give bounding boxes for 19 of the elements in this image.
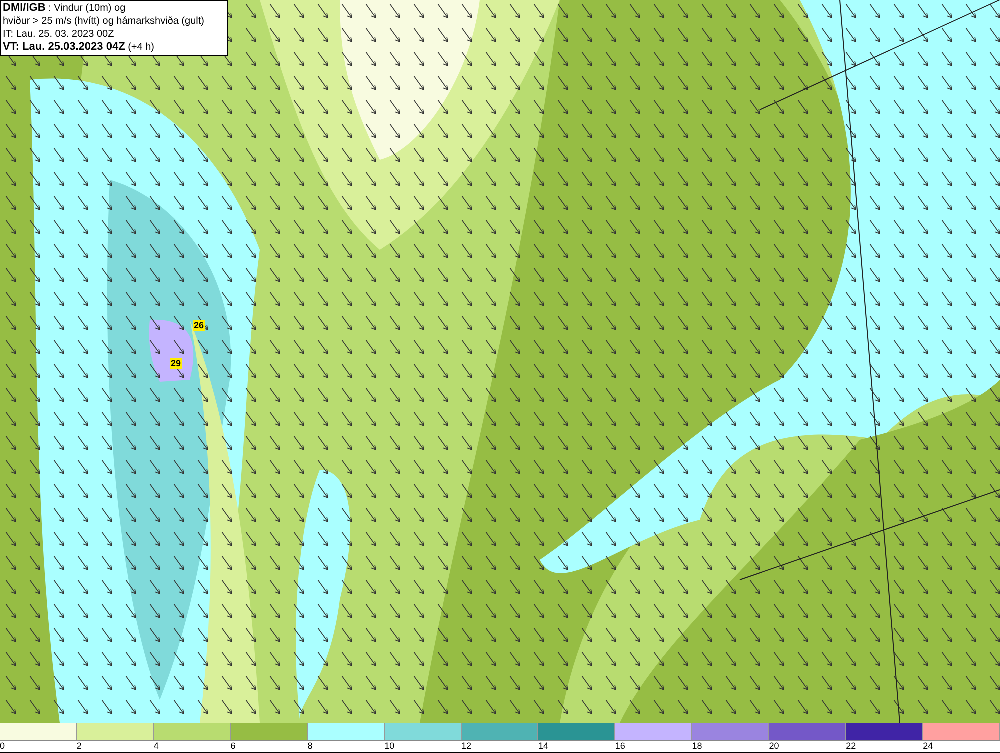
scale-tick-label: 12 <box>462 741 472 751</box>
scale-tick-label: 2 <box>76 741 82 751</box>
valid-time: VT: Lau. 25.03.2023 04Z (+4 h) <box>3 41 156 54</box>
scale-tick-label: 22 <box>846 741 856 751</box>
scale-tick-label: 18 <box>692 741 702 751</box>
map-title: DMI/IGB : Vindur (10m) og <box>3 2 127 15</box>
issue-time: IT: Lau. 25. 03. 2023 00Z <box>3 28 116 41</box>
scale-tick-label: 14 <box>538 741 548 751</box>
scale-tick-label: 10 <box>384 741 395 751</box>
scale-tick-label: 8 <box>308 741 313 751</box>
scale-tick-label: 4 <box>154 741 159 751</box>
map-subtitle: hviður > 25 m/s (hvítt) og hámarkshviða (gult) <box>3 15 206 28</box>
gust-label: 26 <box>193 320 205 332</box>
gust-label: 29 <box>170 358 182 370</box>
scale-tick-label: 6 <box>230 741 236 751</box>
scale-tick-label: 24 <box>923 741 934 751</box>
scale-tick-label: 20 <box>769 741 780 751</box>
scale-tick-label: 0 <box>0 741 6 751</box>
scale-tick-label: 16 <box>615 741 626 751</box>
